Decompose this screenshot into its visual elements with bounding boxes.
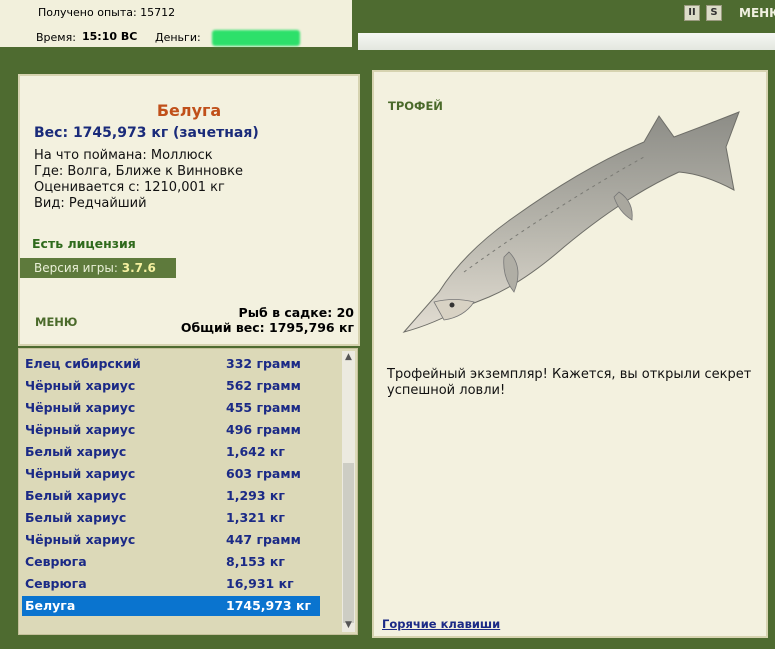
scroll-down-icon[interactable]: ▼ — [342, 619, 355, 632]
fish-name: Белуга — [25, 598, 76, 613]
sky-strip — [358, 33, 775, 50]
fish-weight-value: 455 грамм — [226, 400, 301, 415]
fish-title: Белуга — [156, 101, 222, 120]
experience-label: Получено опыта: 15712 — [38, 6, 176, 19]
fish-weight-value: 1,293 кг — [226, 488, 285, 503]
time-label: Время: — [36, 31, 76, 44]
list-item[interactable]: Севрюга 16,931 кг — [22, 574, 320, 594]
fish-name: Чёрный хариус — [25, 400, 136, 415]
fish-name: Севрюга — [25, 554, 87, 569]
beluga-fish-image — [402, 111, 740, 333]
version-label: Версия игры: — [34, 261, 118, 275]
scroll-thumb[interactable] — [343, 463, 354, 623]
license-label: Есть лицензия — [32, 236, 136, 251]
cage-weight: Общий вес: 1795,796 кг — [180, 320, 354, 335]
fish-name: Белый хариус — [25, 488, 127, 503]
hotkeys-link[interactable]: Горячие клавиши — [382, 617, 500, 631]
fish-name: Чёрный хариус — [25, 466, 136, 481]
version-value: 3.7.6 — [121, 261, 156, 275]
fish-name: Чёрный хариус — [25, 422, 136, 437]
fish-weight-value: 1,642 кг — [226, 444, 285, 459]
list-item[interactable]: Белуга 1745,973 кг — [22, 596, 320, 616]
fish-name: Белый хариус — [25, 510, 127, 525]
money-label: Деньги: — [155, 31, 201, 44]
fish-weight-value: 8,153 кг — [226, 554, 285, 569]
list-item[interactable]: Чёрный хариус 562 грамм — [22, 376, 320, 396]
list-item[interactable]: Чёрный хариус 455 грамм — [22, 398, 320, 418]
list-item[interactable]: Белый хариус 1,321 кг — [22, 508, 320, 528]
pause-icon[interactable]: II — [684, 5, 700, 21]
fish-name: Елец сибирский — [25, 356, 141, 371]
trophy-panel: ТРОФЕЙ Трофейный экземпляр! Кажется, вы … — [372, 70, 768, 638]
value-text: Оценивается с: 1210,001 кг — [34, 180, 225, 195]
settings-icon[interactable]: S — [706, 5, 722, 21]
time-value: 15:10 ВС — [82, 30, 138, 43]
bait-text: На что поймана: Моллюск — [34, 148, 213, 163]
list-item[interactable]: Чёрный хариус 447 грамм — [22, 530, 320, 550]
list-item[interactable]: Севрюга 8,153 кг — [22, 552, 320, 572]
game-version: Версия игры: 3.7.6 — [20, 258, 176, 278]
list-item[interactable]: Чёрный хариус 496 грамм — [22, 420, 320, 440]
fish-weight-value: 1745,973 кг — [226, 598, 311, 613]
fish-weight-value: 447 грамм — [226, 532, 301, 547]
list-item[interactable]: Белый хариус 1,642 кг — [22, 442, 320, 462]
menu-button[interactable]: МЕНЮ — [35, 315, 77, 329]
cage-count: Рыб в садке: 20 — [238, 305, 354, 320]
list-item[interactable]: Чёрный хариус 603 грамм — [22, 464, 320, 484]
fish-weight-value: 496 грамм — [226, 422, 301, 437]
top-icons: II S — [684, 5, 722, 21]
top-menu-button[interactable]: МЕНЮ — [739, 6, 775, 20]
fish-name: Севрюга — [25, 576, 87, 591]
fish-weight-value: 603 грамм — [226, 466, 301, 481]
scrollbar[interactable]: ▲ ▼ — [342, 351, 355, 632]
fish-name: Чёрный хариус — [25, 532, 136, 547]
place-text: Где: Волга, Ближе к Винновке — [34, 164, 244, 179]
fish-name: Чёрный хариус — [25, 378, 136, 393]
fish-weight-value: 332 грамм — [226, 356, 301, 371]
status-panel: Получено опыта: 15712 Время: 15:10 ВС Де… — [0, 0, 352, 47]
list-item[interactable]: Белый хариус 1,293 кг — [22, 486, 320, 506]
fish-list[interactable]: Елец сибирский 332 грамм Чёрный хариус 562 … — [18, 348, 358, 635]
fish-details: На что поймана: Моллюск Где: Волга, Ближ… — [34, 148, 243, 212]
kind-text: Вид: Редчайший — [34, 196, 147, 211]
catch-info-panel: Белуга Вес: 1745,973 кг (зачетная) На чт… — [18, 74, 360, 346]
money-value-redacted — [212, 30, 300, 46]
fish-weight-value: 16,931 кг — [226, 576, 294, 591]
scroll-up-icon[interactable]: ▲ — [342, 351, 355, 364]
fish-weight-value: 562 грамм — [226, 378, 301, 393]
list-item[interactable]: Елец сибирский 332 грамм — [22, 354, 320, 374]
fish-weight-value: 1,321 кг — [226, 510, 285, 525]
cage-summary: Рыб в садке: 20 Общий вес: 1795,796 кг — [181, 305, 354, 335]
fish-weight: Вес: 1745,973 кг (зачетная) — [34, 125, 259, 141]
fish-name: Белый хариус — [25, 444, 127, 459]
trophy-description: Трофейный экземпляр! Кажется, вы открыли… — [387, 367, 752, 398]
